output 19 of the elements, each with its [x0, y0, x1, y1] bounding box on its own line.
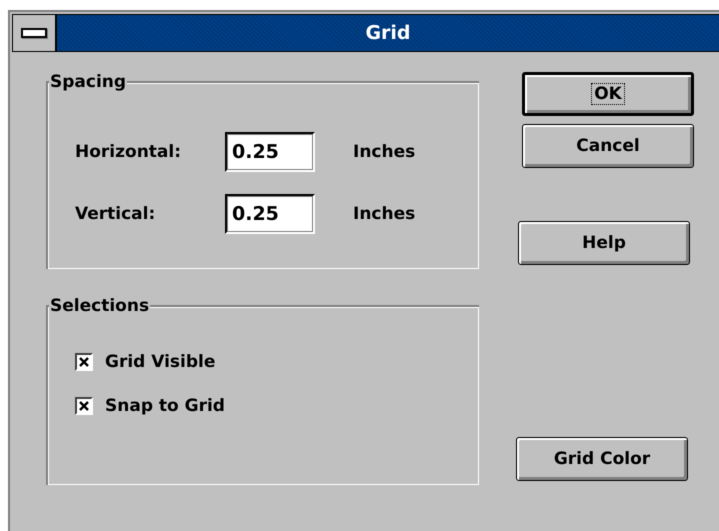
ok-button[interactable]: OK	[522, 72, 694, 116]
input-field[interactable]: 0.25	[225, 194, 315, 234]
dialog-button[interactable]: Cancel	[522, 124, 694, 168]
field-label: Horizontal:	[75, 142, 182, 162]
checkbox[interactable]	[75, 397, 93, 415]
field-label: Vertical:	[75, 204, 156, 224]
unit-label: Inches	[353, 142, 416, 162]
checkbox-label[interactable]: Snap to Grid	[105, 396, 225, 416]
dialog-button[interactable]: Grid Color	[516, 437, 688, 481]
checkbox[interactable]	[75, 353, 93, 371]
input-field[interactable]: 0.25	[225, 132, 315, 172]
checkbox-label[interactable]: Grid Visible	[105, 352, 216, 372]
unit-label: Inches	[353, 204, 416, 224]
x-mark-icon	[79, 401, 89, 411]
window-title: Grid	[57, 15, 719, 51]
group-title: Spacing	[49, 72, 128, 92]
system-menu-icon	[21, 28, 47, 38]
dialog-button[interactable]: Help	[518, 221, 690, 265]
x-mark-icon	[79, 357, 89, 367]
